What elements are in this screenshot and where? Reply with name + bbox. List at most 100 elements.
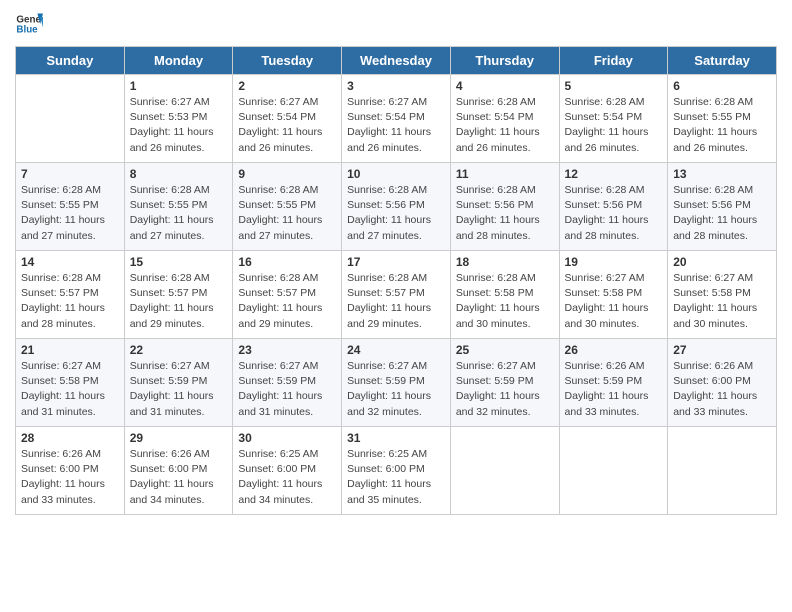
day-info: Sunrise: 6:27 AM Sunset: 5:59 PM Dayligh… xyxy=(456,359,554,420)
day-info: Sunrise: 6:27 AM Sunset: 5:54 PM Dayligh… xyxy=(347,95,445,156)
calendar-cell: 31 Sunrise: 6:25 AM Sunset: 6:00 PM Dayli… xyxy=(342,427,451,515)
day-number: 10 xyxy=(347,167,445,181)
calendar-cell: 2 Sunrise: 6:27 AM Sunset: 5:54 PM Daylig… xyxy=(233,75,342,163)
calendar-cell: 19 Sunrise: 6:27 AM Sunset: 5:58 PM Dayli… xyxy=(559,251,668,339)
day-info: Sunrise: 6:27 AM Sunset: 5:58 PM Dayligh… xyxy=(673,271,771,332)
day-info: Sunrise: 6:27 AM Sunset: 5:59 PM Dayligh… xyxy=(130,359,228,420)
calendar-week-row: 1Sunrise: 6:27 AM Sunset: 5:53 PM Daylig… xyxy=(16,75,777,163)
day-info: Sunrise: 6:28 AM Sunset: 5:55 PM Dayligh… xyxy=(21,183,119,244)
day-number: 22 xyxy=(130,343,228,357)
calendar-cell: 21 Sunrise: 6:27 AM Sunset: 5:58 PM Dayli… xyxy=(16,339,125,427)
day-info: Sunrise: 6:25 AM Sunset: 6:00 PM Dayligh… xyxy=(347,447,445,508)
day-number: 26 xyxy=(565,343,663,357)
day-number: 20 xyxy=(673,255,771,269)
day-number: 1 xyxy=(130,79,228,93)
calendar-cell: 24 Sunrise: 6:27 AM Sunset: 5:59 PM Dayli… xyxy=(342,339,451,427)
day-number: 13 xyxy=(673,167,771,181)
day-number: 21 xyxy=(21,343,119,357)
day-info: Sunrise: 6:28 AM Sunset: 5:57 PM Dayligh… xyxy=(238,271,336,332)
day-number: 12 xyxy=(565,167,663,181)
day-number: 24 xyxy=(347,343,445,357)
day-number: 31 xyxy=(347,431,445,445)
day-info: Sunrise: 6:28 AM Sunset: 5:56 PM Dayligh… xyxy=(347,183,445,244)
day-info: Sunrise: 6:27 AM Sunset: 5:58 PM Dayligh… xyxy=(21,359,119,420)
day-info: Sunrise: 6:28 AM Sunset: 5:57 PM Dayligh… xyxy=(21,271,119,332)
calendar-cell: 8 Sunrise: 6:28 AM Sunset: 5:55 PM Daylig… xyxy=(124,163,233,251)
logo-icon: General Blue xyxy=(15,10,43,38)
calendar-header-saturday: Saturday xyxy=(668,47,777,75)
calendar-cell: 20 Sunrise: 6:27 AM Sunset: 5:58 PM Dayli… xyxy=(668,251,777,339)
calendar-cell: 26Sunrise: 6:26 AM Sunset: 5:59 PM Dayli… xyxy=(559,339,668,427)
calendar-cell: 29 Sunrise: 6:26 AM Sunset: 6:00 PM Dayli… xyxy=(124,427,233,515)
day-info: Sunrise: 6:25 AM Sunset: 6:00 PM Dayligh… xyxy=(238,447,336,508)
day-number: 9 xyxy=(238,167,336,181)
day-info: Sunrise: 6:28 AM Sunset: 5:54 PM Dayligh… xyxy=(456,95,554,156)
calendar-cell: 4 Sunrise: 6:28 AM Sunset: 5:54 PM Daylig… xyxy=(450,75,559,163)
calendar-cell: 30 Sunrise: 6:25 AM Sunset: 6:00 PM Dayli… xyxy=(233,427,342,515)
day-number: 17 xyxy=(347,255,445,269)
day-info: Sunrise: 6:26 AM Sunset: 6:00 PM Dayligh… xyxy=(21,447,119,508)
day-info: Sunrise: 6:27 AM Sunset: 5:59 PM Dayligh… xyxy=(238,359,336,420)
day-number: 15 xyxy=(130,255,228,269)
day-number: 5 xyxy=(565,79,663,93)
day-number: 27 xyxy=(673,343,771,357)
day-number: 29 xyxy=(130,431,228,445)
calendar-header-sunday: Sunday xyxy=(16,47,125,75)
calendar-cell xyxy=(450,427,559,515)
calendar-cell: 12 Sunrise: 6:28 AM Sunset: 5:56 PM Dayli… xyxy=(559,163,668,251)
day-number: 7 xyxy=(21,167,119,181)
day-number: 14 xyxy=(21,255,119,269)
day-info: Sunrise: 6:28 AM Sunset: 5:58 PM Dayligh… xyxy=(456,271,554,332)
day-info: Sunrise: 6:28 AM Sunset: 5:55 PM Dayligh… xyxy=(238,183,336,244)
day-info: Sunrise: 6:28 AM Sunset: 5:57 PM Dayligh… xyxy=(347,271,445,332)
day-number: 30 xyxy=(238,431,336,445)
day-number: 18 xyxy=(456,255,554,269)
day-info: Sunrise: 6:26 AM Sunset: 6:00 PM Dayligh… xyxy=(130,447,228,508)
logo: General Blue xyxy=(15,10,47,38)
day-number: 28 xyxy=(21,431,119,445)
day-number: 4 xyxy=(456,79,554,93)
calendar-header-thursday: Thursday xyxy=(450,47,559,75)
calendar-cell: 14 Sunrise: 6:28 AM Sunset: 5:57 PM Dayli… xyxy=(16,251,125,339)
day-info: Sunrise: 6:28 AM Sunset: 5:56 PM Dayligh… xyxy=(673,183,771,244)
calendar-header-wednesday: Wednesday xyxy=(342,47,451,75)
day-number: 2 xyxy=(238,79,336,93)
day-number: 6 xyxy=(673,79,771,93)
calendar-cell: 6Sunrise: 6:28 AM Sunset: 5:55 PM Daylig… xyxy=(668,75,777,163)
calendar-cell: 15 Sunrise: 6:28 AM Sunset: 5:57 PM Dayli… xyxy=(124,251,233,339)
day-info: Sunrise: 6:28 AM Sunset: 5:57 PM Dayligh… xyxy=(130,271,228,332)
day-info: Sunrise: 6:27 AM Sunset: 5:54 PM Dayligh… xyxy=(238,95,336,156)
calendar-cell xyxy=(16,75,125,163)
calendar-cell: 16 Sunrise: 6:28 AM Sunset: 5:57 PM Dayli… xyxy=(233,251,342,339)
day-info: Sunrise: 6:26 AM Sunset: 6:00 PM Dayligh… xyxy=(673,359,771,420)
calendar-cell: 9 Sunrise: 6:28 AM Sunset: 5:55 PM Daylig… xyxy=(233,163,342,251)
day-info: Sunrise: 6:28 AM Sunset: 5:55 PM Dayligh… xyxy=(130,183,228,244)
calendar-week-row: 28 Sunrise: 6:26 AM Sunset: 6:00 PM Dayli… xyxy=(16,427,777,515)
calendar-header-row: SundayMondayTuesdayWednesdayThursdayFrid… xyxy=(16,47,777,75)
calendar-cell: 22 Sunrise: 6:27 AM Sunset: 5:59 PM Dayli… xyxy=(124,339,233,427)
calendar-cell: 17 Sunrise: 6:28 AM Sunset: 5:57 PM Dayli… xyxy=(342,251,451,339)
calendar-cell xyxy=(668,427,777,515)
day-info: Sunrise: 6:28 AM Sunset: 5:56 PM Dayligh… xyxy=(456,183,554,244)
calendar-week-row: 14 Sunrise: 6:28 AM Sunset: 5:57 PM Dayli… xyxy=(16,251,777,339)
calendar-cell: 18 Sunrise: 6:28 AM Sunset: 5:58 PM Dayli… xyxy=(450,251,559,339)
day-number: 25 xyxy=(456,343,554,357)
day-number: 3 xyxy=(347,79,445,93)
calendar-cell xyxy=(559,427,668,515)
calendar-cell: 5 Sunrise: 6:28 AM Sunset: 5:54 PM Daylig… xyxy=(559,75,668,163)
day-info: Sunrise: 6:28 AM Sunset: 5:56 PM Dayligh… xyxy=(565,183,663,244)
calendar-cell: 3 Sunrise: 6:27 AM Sunset: 5:54 PM Daylig… xyxy=(342,75,451,163)
day-info: Sunrise: 6:27 AM Sunset: 5:59 PM Dayligh… xyxy=(347,359,445,420)
day-info: Sunrise: 6:28 AM Sunset: 5:54 PM Dayligh… xyxy=(565,95,663,156)
day-number: 8 xyxy=(130,167,228,181)
day-number: 11 xyxy=(456,167,554,181)
day-number: 16 xyxy=(238,255,336,269)
day-info: Sunrise: 6:27 AM Sunset: 5:58 PM Dayligh… xyxy=(565,271,663,332)
calendar-table: SundayMondayTuesdayWednesdayThursdayFrid… xyxy=(15,46,777,515)
header: General Blue xyxy=(15,10,777,38)
day-number: 19 xyxy=(565,255,663,269)
svg-text:Blue: Blue xyxy=(16,24,38,35)
calendar-header-friday: Friday xyxy=(559,47,668,75)
day-number: 23 xyxy=(238,343,336,357)
calendar-week-row: 7 Sunrise: 6:28 AM Sunset: 5:55 PM Daylig… xyxy=(16,163,777,251)
